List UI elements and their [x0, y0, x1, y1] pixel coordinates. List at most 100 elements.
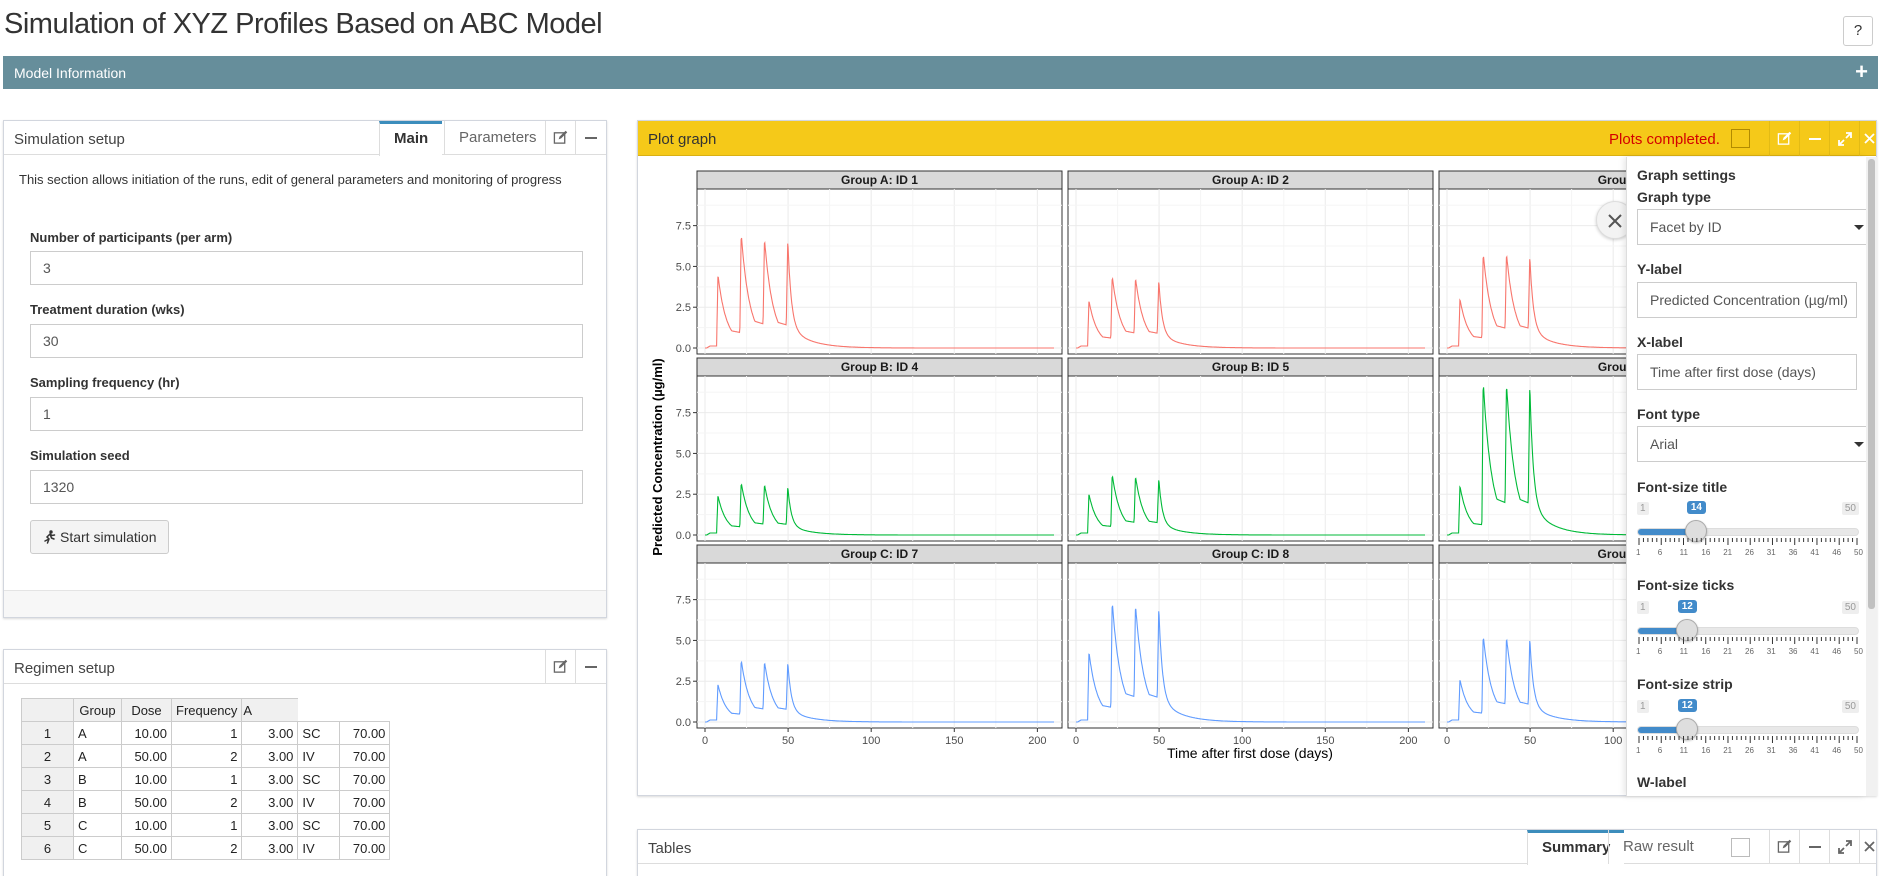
minimize-icon[interactable] [1799, 121, 1829, 156]
graph-type-select[interactable]: Facet by ID [1637, 209, 1866, 245]
table-cell[interactable]: IV [297, 790, 341, 814]
table-cell[interactable]: 1 [170, 721, 243, 745]
table-cell[interactable]: B [73, 790, 122, 814]
table-cell[interactable]: C [73, 836, 122, 860]
font-type-select[interactable]: Arial [1637, 426, 1866, 462]
table-cell[interactable]: IV [297, 744, 341, 768]
slider-value-label: 12 [1677, 699, 1697, 712]
facet-strip-label: Group C: ID 8 [1212, 547, 1290, 561]
table-cell[interactable]: 3.00 [241, 790, 299, 814]
participants-input[interactable]: 3 [30, 251, 583, 285]
font-size-strip-slider[interactable]: 1 50 12 1 6 11 16 21 26 31 36 41 46 50 [1633, 699, 1863, 770]
minimize-icon[interactable] [575, 121, 605, 155]
table-cell[interactable]: 3.00 [241, 767, 299, 791]
edit-icon[interactable] [545, 121, 575, 155]
slider-max-label: 50 [1841, 502, 1859, 515]
y-tick-label: 5.0 [676, 448, 691, 460]
slider-tick-label: 6 [1657, 746, 1663, 755]
treatment-duration-input[interactable]: 30 [30, 324, 583, 358]
slider-track[interactable] [1637, 528, 1859, 536]
tab-raw-result[interactable]: Raw result [1608, 830, 1708, 864]
graph-type-label: Graph type [1637, 189, 1711, 205]
close-icon[interactable] [1859, 830, 1878, 864]
table-cell[interactable]: 70.00 [339, 813, 391, 837]
settings-scroll-thumb[interactable] [1868, 159, 1875, 609]
table-cell[interactable]: 70.00 [339, 744, 391, 768]
table-cell[interactable]: 2 [170, 744, 243, 768]
table-row[interactable]: 4 B 50.00 2 3.00 IV 70.00 [21, 790, 391, 814]
table-cell[interactable]: 3.00 [241, 836, 299, 860]
model-information-bar[interactable]: Model Information + [3, 56, 1878, 89]
table-row[interactable]: 1 A 10.00 1 3.00 SC 70.00 [21, 721, 391, 745]
table-cell[interactable]: 3.00 [241, 721, 299, 745]
regimen-header-dose[interactable]: Dose [121, 698, 172, 722]
table-cell[interactable]: SC [297, 721, 341, 745]
table-row[interactable]: 6 C 50.00 2 3.00 IV 70.00 [21, 836, 391, 860]
font-size-title-slider[interactable]: 1 50 14 1 6 11 16 21 26 31 36 41 46 50 [1633, 501, 1863, 572]
table-cell[interactable]: SC [297, 767, 341, 791]
edit-icon[interactable] [1769, 830, 1799, 864]
table-cell[interactable]: A [73, 721, 122, 745]
regimen-header-frequency[interactable]: Frequency [170, 698, 243, 722]
table-cell[interactable]: 1 [170, 767, 243, 791]
edit-icon[interactable] [1769, 121, 1799, 156]
table-cell[interactable]: 70.00 [339, 836, 391, 860]
table-cell[interactable]: C [73, 813, 122, 837]
settings-scrollbar[interactable] [1866, 157, 1877, 796]
slider-tick-label: 26 [1745, 647, 1754, 656]
simulation-seed-input[interactable]: 1320 [30, 470, 583, 504]
table-cell[interactable]: 50.00 [121, 790, 172, 814]
help-button[interactable]: ? [1843, 16, 1873, 46]
y-label-input[interactable]: Predicted Concentration (µg/ml) [1637, 282, 1857, 318]
start-simulation-button[interactable]: Start simulation [30, 520, 169, 554]
table-cell[interactable]: 70.00 [339, 721, 391, 745]
tab-main[interactable]: Main [379, 121, 443, 156]
table-cell[interactable]: 2 [170, 836, 243, 860]
plot-graph-title: Plot graph [648, 131, 717, 148]
close-icon[interactable] [1859, 121, 1878, 156]
table-cell[interactable]: 2 [170, 790, 243, 814]
table-cell[interactable]: 10.00 [121, 767, 172, 791]
x-tick-label: 0 [1444, 735, 1450, 747]
tab-parameters[interactable]: Parameters [444, 121, 551, 155]
table-cell[interactable]: 10.00 [121, 813, 172, 837]
color-picker-swatch[interactable] [1731, 838, 1750, 857]
facet-strip-label: Group B: ID 4 [841, 360, 919, 374]
minimize-icon[interactable] [1799, 830, 1829, 864]
slider-tick-label: 36 [1788, 548, 1798, 557]
table-cell[interactable]: 50.00 [121, 744, 172, 768]
facet-strip-label: Group C [1598, 547, 1627, 561]
regimen-header-group[interactable]: Group [73, 698, 122, 722]
regimen-header-truncated[interactable]: A [241, 698, 298, 722]
expand-icon[interactable] [1829, 830, 1859, 864]
table-cell[interactable]: 10.00 [121, 721, 172, 745]
table-cell[interactable]: SC [297, 813, 341, 837]
y-tick-label: 0.0 [676, 530, 691, 542]
slider-tick-label: 46 [1832, 746, 1842, 755]
slider-min-label: 1 [1637, 502, 1649, 515]
slider-tick-label: 1 [1636, 647, 1641, 656]
table-cell[interactable]: 50.00 [121, 836, 172, 860]
edit-icon[interactable] [545, 650, 575, 684]
table-cell[interactable]: 70.00 [339, 790, 391, 814]
slider-track[interactable] [1637, 627, 1859, 635]
sampling-frequency-input[interactable]: 1 [30, 397, 583, 431]
table-cell[interactable]: 3.00 [241, 813, 299, 837]
table-row[interactable]: 3 B 10.00 1 3.00 SC 70.00 [21, 767, 391, 791]
table-row[interactable]: 5 C 10.00 1 3.00 SC 70.00 [21, 813, 391, 837]
slider-track[interactable] [1637, 726, 1859, 734]
table-cell[interactable]: IV [297, 836, 341, 860]
table-row[interactable]: 2 A 50.00 2 3.00 IV 70.00 [21, 744, 391, 768]
regimen-table[interactable]: Group Dose Frequency A 1 A 10.00 1 3.00 SC 70.… [21, 698, 391, 860]
expand-icon[interactable] [1829, 121, 1859, 156]
font-size-ticks-slider[interactable]: 1 50 12 1 6 11 16 21 26 31 36 41 46 50 [1633, 600, 1863, 671]
table-cell[interactable]: A [73, 744, 122, 768]
table-cell[interactable]: 70.00 [339, 767, 391, 791]
color-picker-swatch[interactable] [1731, 129, 1750, 148]
table-cell[interactable]: 1 [170, 813, 243, 837]
expand-plus-icon[interactable]: + [1855, 59, 1868, 85]
x-label-input[interactable]: Time after first dose (days) [1637, 354, 1857, 390]
minimize-icon[interactable] [575, 650, 605, 684]
table-cell[interactable]: B [73, 767, 122, 791]
table-cell[interactable]: 3.00 [241, 744, 299, 768]
